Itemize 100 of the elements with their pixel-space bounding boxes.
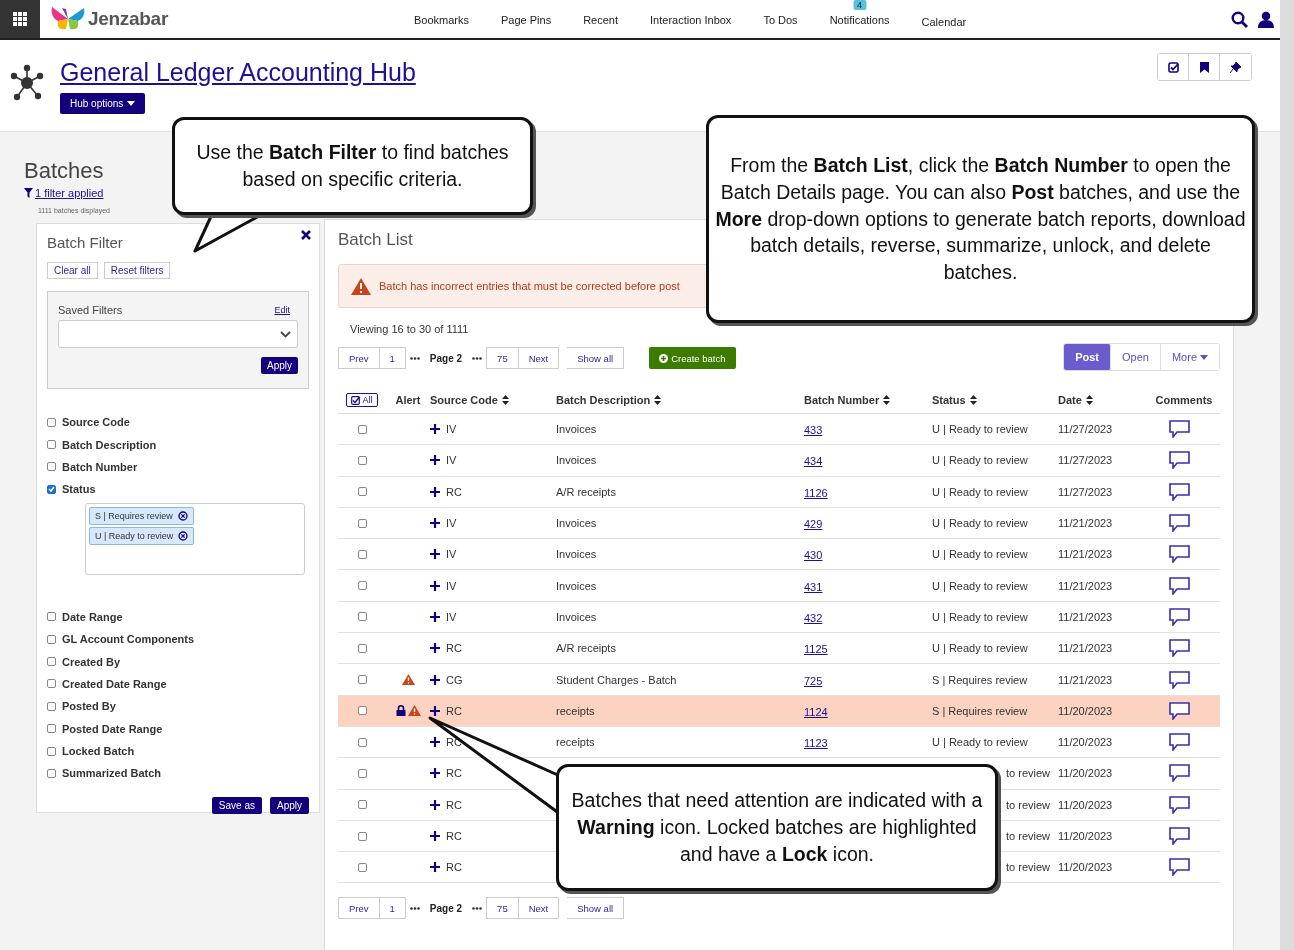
row-checkbox[interactable] [357,675,367,684]
column-header[interactable]: Source Code [430,394,556,406]
row-checkbox[interactable] [357,581,367,591]
sort-icon[interactable] [654,395,662,405]
row-checkbox[interactable] [357,549,367,559]
close-icon[interactable] [301,230,311,240]
prev-button[interactable]: Prev [338,347,380,369]
comment-icon[interactable] [1168,701,1190,720]
checkbox[interactable] [47,634,56,644]
user-icon[interactable] [1258,10,1274,28]
expand-icon[interactable] [430,768,440,779]
apps-menu-button[interactable] [0,0,40,38]
batch-number-link[interactable]: 434 [804,455,823,468]
row-checkbox[interactable] [357,424,367,434]
page-button[interactable]: 75 [486,897,519,920]
expand-icon[interactable] [430,643,440,654]
edit-link[interactable]: Edit [274,305,290,315]
checklist-icon[interactable] [1167,61,1179,73]
comment-icon[interactable] [1168,764,1190,783]
batch-number-link[interactable]: 1125 [804,643,828,656]
nav-link[interactable]: Calendar [905,16,983,28]
comment-icon[interactable] [1168,639,1190,658]
page-button[interactable]: 1 [379,347,406,369]
remove-icon[interactable] [178,530,189,541]
checkbox[interactable] [47,746,56,756]
comment-icon[interactable] [1168,733,1190,752]
column-header[interactable]: Batch Description [556,394,804,406]
comment-icon[interactable] [1168,607,1190,626]
caret-icon[interactable] [127,101,136,106]
batch-number-link[interactable]: 1123 [804,737,828,750]
page-button[interactable]: 1 [379,897,406,920]
checkbox[interactable] [47,417,56,427]
batch-number-link[interactable]: 1126 [804,486,828,499]
page-button[interactable]: 75 [486,347,519,369]
row-checkbox[interactable] [357,768,367,778]
row-checkbox[interactable] [357,737,367,747]
row-checkbox[interactable] [357,487,367,497]
expand-icon[interactable] [430,674,440,685]
batch-number-link[interactable]: 725 [804,674,823,687]
column-header[interactable]: Date [1058,394,1148,406]
filter-button[interactable]: Reset filters [103,262,171,279]
brand-name[interactable]: Jenzabar [88,8,168,30]
show-all-button[interactable]: Show all [567,897,625,920]
scrollbar[interactable] [1280,0,1294,950]
pin-icon[interactable] [1230,61,1241,73]
filter-button[interactable]: Clear all [47,262,98,279]
nav-link[interactable]: Page Pins [485,12,568,28]
comment-icon[interactable] [1168,576,1190,595]
comment-icon[interactable] [1168,420,1190,439]
comment-icon[interactable] [1168,482,1190,501]
comment-icon[interactable] [1168,545,1190,564]
expand-icon[interactable] [430,580,440,591]
checkbox[interactable] [47,657,56,667]
status-chip-box[interactable]: S | Requires review U | Ready to review [85,502,305,575]
batch-number-link[interactable]: 1124 [804,705,828,718]
sort-icon[interactable] [883,395,891,405]
search-icon[interactable] [1231,10,1248,28]
row-checkbox[interactable] [357,706,367,716]
next-button[interactable]: Next [518,897,560,920]
expand-icon[interactable] [430,549,440,560]
row-checkbox[interactable] [357,455,367,465]
row-checkbox[interactable] [357,800,367,810]
expand-icon[interactable] [430,424,440,435]
row-checkbox[interactable] [357,831,367,841]
apply-button[interactable]: Apply [261,357,298,374]
grid-icon[interactable] [13,12,27,26]
batch-number-link[interactable]: 433 [804,424,823,437]
expand-icon[interactable] [430,799,440,810]
next-button[interactable]: Next [518,347,560,369]
comment-icon[interactable] [1168,795,1190,814]
filter-action-button[interactable]: Save as [211,796,262,814]
bookmark-icon[interactable] [1199,61,1209,73]
checkbox[interactable] [47,724,56,734]
status-chip[interactable]: S | Requires review [89,506,194,525]
comment-icon[interactable] [1168,858,1190,877]
show-all-button[interactable]: Show all [567,347,625,369]
checkbox[interactable] [47,440,56,450]
status-chip[interactable]: U | Ready to review [89,526,195,545]
filter-action-button[interactable]: Apply [270,796,309,814]
checkbox[interactable] [47,462,56,472]
batch-number-link[interactable]: 431 [804,580,823,593]
row-checkbox[interactable] [357,612,367,622]
checkbox[interactable] [47,484,56,494]
row-checkbox[interactable] [357,862,367,872]
nav-link[interactable]: To Dos [747,12,814,28]
sort-icon[interactable] [1085,395,1093,405]
plus-circle-icon[interactable] [659,353,669,363]
nav-link[interactable]: Interaction Inbox [634,12,748,28]
hub-options-button[interactable]: Hub options [60,93,146,114]
checkbox[interactable] [47,769,56,778]
nav-link[interactable]: Bookmarks [398,12,485,28]
expand-icon[interactable] [430,705,440,716]
expand-icon[interactable] [430,831,440,841]
comment-icon[interactable] [1168,670,1190,689]
nav-link[interactable]: Recent [567,12,635,28]
create-batch-button[interactable]: Create batch [649,347,736,369]
column-header[interactable]: Batch Number [804,394,932,406]
checkbox[interactable] [47,679,56,689]
checklist-button[interactable] [1158,54,1189,80]
check-square-icon[interactable] [351,395,361,405]
